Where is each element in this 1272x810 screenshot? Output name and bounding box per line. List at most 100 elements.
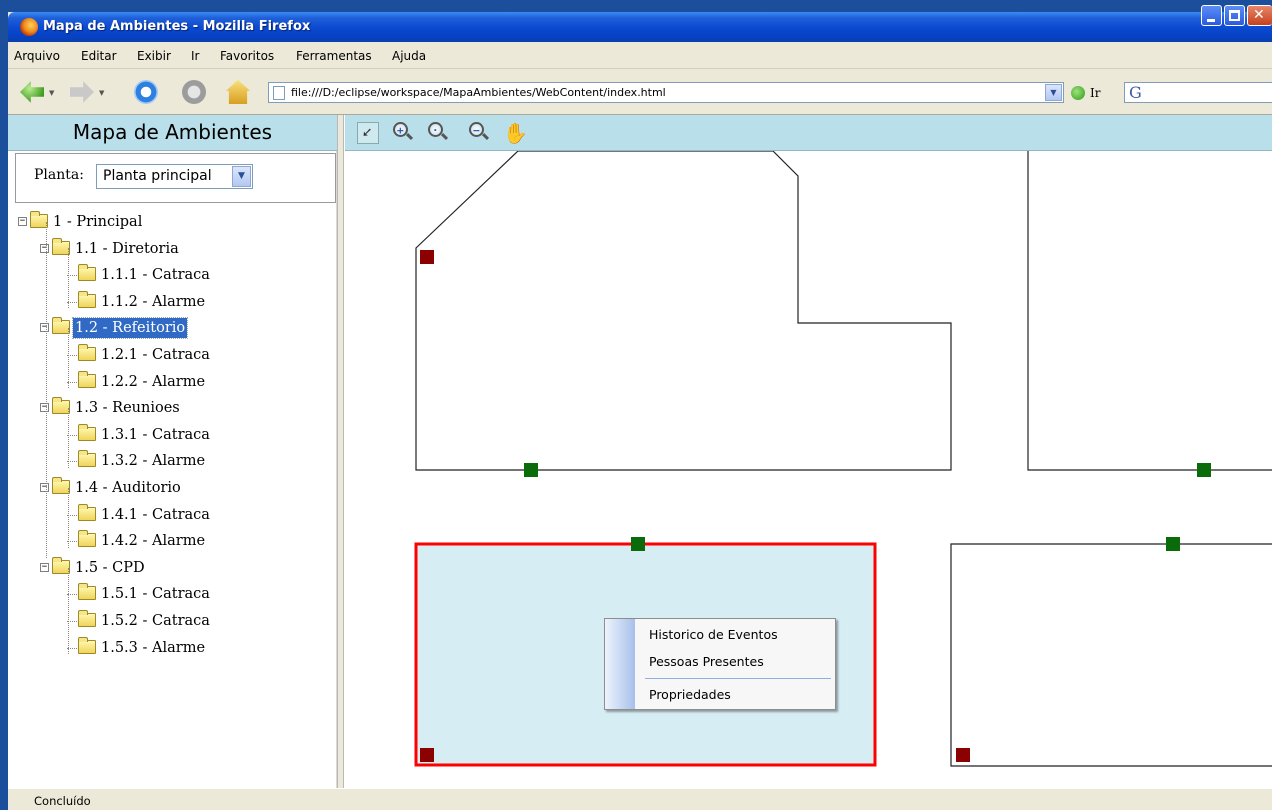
tree-item-label[interactable]: 1 - Principal [51, 212, 144, 232]
tree-connector [68, 248, 69, 308]
menu-arquivo[interactable]: Arquivo [14, 49, 60, 63]
alarm-device[interactable] [956, 748, 970, 762]
url-text[interactable]: file:///D:/eclipse/workspace/MapaAmbient… [291, 86, 666, 99]
planta-select[interactable]: Planta principal ▼ [96, 164, 253, 189]
forward-arrow-icon[interactable] [70, 81, 94, 103]
tree-item-label[interactable]: 1.2 - Refeitorio [71, 317, 189, 340]
room-auditorio[interactable] [950, 543, 1272, 767]
tree-item-label[interactable]: 1.3.2 - Alarme [99, 451, 207, 471]
folder-icon [78, 450, 96, 468]
tree-item-label[interactable]: 1.4 - Auditorio [73, 478, 183, 498]
menu-bar: Arquivo Editar Exibir Ir Favoritos Ferra… [8, 42, 1272, 69]
tree-item-label[interactable]: 1.2.2 - Alarme [99, 372, 207, 392]
tree-expander-icon[interactable]: − [40, 323, 49, 333]
tree-connector [68, 328, 69, 388]
zoom-in-icon[interactable]: + [393, 122, 415, 144]
go-button-label[interactable]: Ir [1090, 86, 1100, 100]
turnstile-device[interactable] [1166, 537, 1180, 551]
title-bar: Mapa de Ambientes - Mozilla Firefox [8, 12, 1272, 42]
sidebar-title: Mapa de Ambientes [8, 115, 337, 151]
menu-ajuda[interactable]: Ajuda [392, 49, 426, 63]
pointer-icon[interactable] [357, 122, 379, 144]
tree-item[interactable]: 1.4.2 - Alarme [8, 530, 337, 553]
tree-item[interactable]: − 1.1 - Diretoria [8, 237, 337, 261]
tree-item[interactable]: − 1.5 - CPD [8, 556, 337, 580]
room-diretoria[interactable] [415, 151, 952, 471]
zoom-out-icon[interactable]: − [469, 122, 491, 144]
forward-dropdown-icon[interactable]: ▼ [99, 89, 104, 97]
status-bar: Concluído [8, 788, 1272, 810]
folder-icon [78, 290, 96, 308]
tree-item-label[interactable]: 1.5.2 - Catraca [99, 611, 212, 631]
room-reunioes[interactable] [1027, 151, 1272, 471]
turnstile-device[interactable] [631, 537, 645, 551]
menu-ferramentas[interactable]: Ferramentas [296, 49, 372, 63]
zoom-fit-icon[interactable]: · [428, 122, 450, 144]
hand-pan-icon[interactable]: ✋ [503, 122, 528, 144]
context-menu-item-pessoas[interactable]: Pessoas Presentes [649, 654, 764, 669]
tree-item[interactable]: 1.5.3 - Alarme [8, 636, 337, 660]
tree-item-label[interactable]: 1.3 - Reunioes [73, 398, 182, 418]
tree-connector [68, 568, 69, 654]
tree-item-label[interactable]: 1.1.1 - Catraca [99, 265, 212, 285]
tree-item[interactable]: − 1.2 - Refeitorio [8, 317, 337, 340]
context-menu-item-historico[interactable]: Historico de Eventos [649, 627, 778, 642]
tree-item-label[interactable]: 1.4.1 - Catraca [99, 505, 212, 525]
tree-item[interactable]: 1.5.2 - Catraca [8, 610, 337, 633]
tree-item-label[interactable]: 1.5.3 - Alarme [99, 638, 207, 658]
firefox-icon [20, 18, 38, 36]
navigation-toolbar: ▼ ▼ file:///D:/eclipse/workspace/MapaAmb… [8, 69, 1272, 115]
stop-icon[interactable] [182, 80, 206, 104]
tree-expander-icon[interactable]: − [40, 243, 49, 253]
panel-splitter[interactable] [337, 115, 344, 788]
alarm-device[interactable] [420, 250, 434, 264]
tree-item[interactable]: 1.2.1 - Catraca [8, 344, 337, 367]
close-button[interactable] [1247, 5, 1272, 26]
url-history-dropdown-icon[interactable]: ▼ [1045, 84, 1062, 101]
tree-item-label[interactable]: 1.3.1 - Catraca [99, 425, 212, 445]
tree-item-label[interactable]: 1.4.2 - Alarme [99, 531, 207, 551]
menu-favoritos[interactable]: Favoritos [220, 49, 274, 63]
back-dropdown-icon[interactable]: ▼ [49, 89, 54, 97]
folder-icon [78, 264, 96, 282]
search-box[interactable]: G [1124, 82, 1272, 103]
tree-item[interactable]: 1.4.1 - Catraca [8, 503, 337, 527]
menu-editar[interactable]: Editar [81, 49, 117, 63]
go-icon[interactable] [1071, 86, 1085, 100]
tree-expander-icon[interactable]: − [40, 562, 49, 572]
tree-item[interactable]: − 1 - Principal [8, 211, 337, 234]
tree-item[interactable]: 1.5.1 - Catraca [8, 583, 337, 606]
tree-item[interactable]: 1.1.1 - Catraca [8, 264, 337, 287]
tree-item[interactable]: 1.1.2 - Alarme [8, 290, 337, 314]
search-engine-icon[interactable]: G [1129, 83, 1142, 102]
home-icon[interactable] [226, 80, 250, 104]
reload-icon[interactable] [134, 80, 158, 104]
context-menu-separator [645, 678, 831, 679]
tree-item-label[interactable]: 1.5 - CPD [73, 558, 147, 578]
tree-expander-icon[interactable]: − [40, 483, 49, 492]
menu-exibir[interactable]: Exibir [137, 49, 171, 63]
alarm-device[interactable] [420, 748, 434, 762]
tree-item-label[interactable]: 1.1.2 - Alarme [99, 292, 207, 312]
tree-expander-icon[interactable]: − [18, 217, 27, 226]
tree-item-label[interactable]: 1.2.1 - Catraca [99, 345, 212, 365]
tree-item[interactable]: − 1.4 - Auditorio [8, 477, 337, 500]
tree-expander-icon[interactable]: − [40, 403, 49, 413]
address-bar[interactable]: file:///D:/eclipse/workspace/MapaAmbient… [268, 82, 1064, 103]
context-menu-item-propriedades[interactable]: Propriedades [649, 687, 731, 702]
turnstile-device[interactable] [1197, 463, 1211, 477]
minimize-button[interactable] [1201, 5, 1222, 26]
tree-item-label[interactable]: 1.5.1 - Catraca [99, 584, 212, 604]
menu-ir[interactable]: Ir [191, 49, 199, 63]
context-menu: Historico de Eventos Pessoas Presentes P… [604, 618, 836, 710]
planta-select-value: Planta principal [103, 168, 212, 184]
back-arrow-icon[interactable] [20, 81, 44, 103]
tree-item[interactable]: − 1.3 - Reunioes [8, 397, 337, 420]
tree-item[interactable]: 1.3.2 - Alarme [8, 450, 337, 473]
chevron-down-icon[interactable]: ▼ [232, 166, 251, 187]
tree-item-label[interactable]: 1.1 - Diretoria [73, 239, 181, 259]
tree-item[interactable]: 1.3.1 - Catraca [8, 423, 337, 447]
maximize-button[interactable] [1224, 5, 1245, 26]
tree-item[interactable]: 1.2.2 - Alarme [8, 370, 337, 394]
turnstile-device[interactable] [524, 463, 538, 477]
